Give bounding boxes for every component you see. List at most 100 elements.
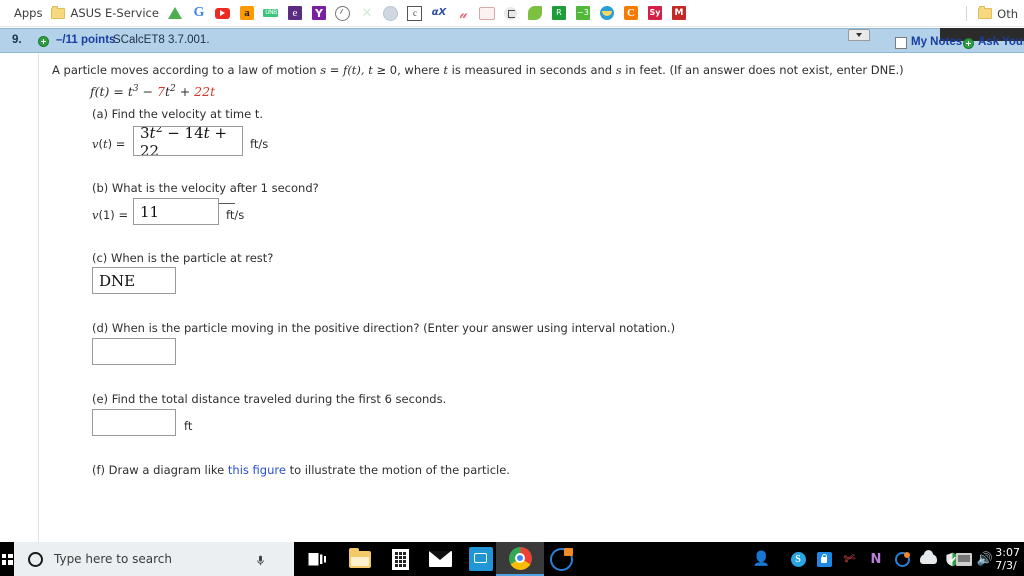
bookmark-youtube[interactable] <box>211 2 235 24</box>
folder-icon <box>349 547 371 568</box>
bookmark-globe-grid[interactable] <box>379 2 403 24</box>
green-square-icon: R <box>551 5 567 21</box>
part-f-text-after: to illustrate the motion of the particle… <box>285 463 510 477</box>
monitor-icon <box>956 552 972 566</box>
blue-app-icon <box>469 547 493 571</box>
tray-snip[interactable]: ✄ <box>838 542 862 576</box>
other-bookmarks-label: Oth <box>997 6 1018 21</box>
formula-plus: + <box>175 84 195 100</box>
search-circle-icon <box>28 551 43 567</box>
bookmark-edge-legacy[interactable]: e <box>283 2 307 24</box>
part-b-prompt: (b) What is the velocity after 1 second? <box>92 181 319 195</box>
bookmarks-bar-right: Oth <box>966 0 1024 27</box>
u-script-icon: 𝓊 <box>459 5 467 21</box>
chrome-icon <box>508 546 532 570</box>
calculator-icon <box>391 548 409 570</box>
bookmark-car[interactable] <box>475 2 499 24</box>
bookmark-asus-eservice[interactable]: ASUS E-Service <box>46 2 162 24</box>
part-d-answer-input[interactable] <box>92 338 176 365</box>
formula-minus: − <box>138 84 158 100</box>
bookmark-blue-circle[interactable] <box>595 2 619 24</box>
taskbar-app-circle-app[interactable] <box>537 542 585 576</box>
part-a-answer-input[interactable]: 3t2 − 14t + 22 <box>133 126 243 156</box>
part-e-answer-input[interactable] <box>92 409 176 436</box>
bookmark-c-letter[interactable]: c <box>403 2 427 24</box>
search-input[interactable]: Type here to search <box>14 542 294 576</box>
problem-statement: A particle moves according to a law of m… <box>52 63 904 77</box>
part-c-answer-input[interactable]: DNE <box>92 267 176 294</box>
part-b-var-label: v(1) = <box>92 208 129 222</box>
tray-skype[interactable]: S <box>786 542 810 576</box>
tray-volume[interactable]: 🔊 <box>974 542 996 576</box>
oxford-icon: αX <box>431 7 447 18</box>
bookmark-speedtest[interactable] <box>331 2 355 24</box>
part-a-var-label: v(t) = <box>92 137 126 151</box>
yahoo-icon: Y <box>311 5 327 21</box>
green-triangle-icon <box>167 5 183 21</box>
cloud-icon <box>919 550 937 564</box>
speedtest-icon <box>335 5 351 21</box>
bookmark-unb[interactable]: UNB <box>259 2 283 24</box>
plus-circle-icon[interactable] <box>963 38 974 49</box>
speaker-icon: 🔊 <box>976 551 994 567</box>
mail-icon <box>428 551 452 567</box>
tray-onedrive[interactable] <box>916 542 940 576</box>
task-view-icon[interactable] <box>300 542 334 576</box>
ask-your-teacher-link[interactable]: Ask Your <box>978 36 1024 48</box>
bookmark-green-square[interactable]: R <box>547 2 571 24</box>
formula-coefficient-2: 22 <box>194 84 211 100</box>
part-e-prompt: (e) Find the total distance traveled dur… <box>92 392 447 406</box>
microphone-icon[interactable] <box>257 551 264 566</box>
formula-lhs: f(t) = t <box>90 84 133 100</box>
sy-icon: Sy <box>647 5 663 21</box>
tray-target-app[interactable] <box>890 542 914 576</box>
windows-start-icon[interactable] <box>0 542 14 576</box>
nx-icon: N <box>870 551 882 567</box>
bookmark-google[interactable]: G <box>187 2 211 24</box>
tray-clock[interactable]: 3:07 7/3/ <box>995 542 1022 576</box>
intro-text-1: A particle moves according to a law of m… <box>52 63 321 77</box>
target-circle-icon <box>894 551 910 567</box>
bookmark-orange-c[interactable]: C <box>619 2 643 24</box>
bookmark-m-letter[interactable]: M <box>667 2 691 24</box>
other-bookmarks-button[interactable]: Oth <box>973 3 1022 25</box>
bookmark-oxford[interactable]: αX <box>427 2 451 24</box>
bookmark-yahoo[interactable]: Y <box>307 2 331 24</box>
question-header-bar: 9. –/11 points SCalcET8 3.7.001. <box>0 28 1024 53</box>
tray-nx[interactable]: N <box>864 542 888 576</box>
part-a-unit: ft/s <box>250 137 269 151</box>
intro-equals: = <box>326 63 344 77</box>
bookmark-green-triangle[interactable] <box>163 2 187 24</box>
bookmark-share-node[interactable] <box>499 2 523 24</box>
share-node-icon <box>503 5 519 21</box>
tray-display[interactable] <box>952 542 976 576</box>
part-b-answer-value: 11 <box>140 202 160 221</box>
clock-time: 3:07 <box>995 546 1020 559</box>
tray-people[interactable]: 👤 <box>750 542 774 576</box>
blue-circle-app-icon <box>549 547 573 571</box>
bookmark-green-leaf[interactable] <box>523 2 547 24</box>
this-figure-link[interactable]: this figure <box>228 463 286 477</box>
bookmark-apps[interactable]: Apps <box>6 2 46 24</box>
bookmark-x-mark[interactable]: ✕ <box>355 2 379 24</box>
orange-c-icon: C <box>623 5 639 21</box>
plus-circle-icon[interactable] <box>38 36 49 47</box>
bookmark-sy[interactable]: Sy <box>643 2 667 24</box>
bookmark-amazon[interactable]: a <box>235 2 259 24</box>
edge-legacy-icon: e <box>287 5 303 21</box>
search-placeholder: Type here to search <box>54 552 172 566</box>
clock-date: 7/3/ <box>995 559 1017 572</box>
folder-icon <box>977 6 993 22</box>
globe-grid-icon <box>383 5 399 21</box>
bookmark-green-wave[interactable]: ~3 <box>571 2 595 24</box>
motion-formula: f(t) = t3 − 7t2 + 22t <box>90 84 215 99</box>
m-letter-icon: M <box>671 5 687 21</box>
x-mark-icon: ✕ <box>361 5 373 21</box>
scissors-icon: ✄ <box>842 549 858 569</box>
my-notes-checkbox[interactable] <box>895 37 907 49</box>
chevron-down-icon[interactable] <box>848 29 870 41</box>
my-notes-label[interactable]: My Notes <box>911 36 962 48</box>
part-b-answer-input[interactable]: 11 <box>133 198 219 225</box>
tray-security[interactable] <box>812 542 836 576</box>
bookmark-u-script[interactable]: 𝓊 <box>451 2 475 24</box>
